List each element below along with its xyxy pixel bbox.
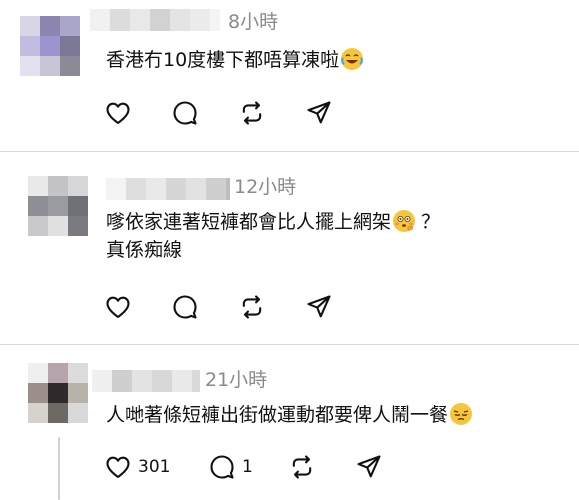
username-blurred[interactable] [106, 178, 230, 200]
reply-count: 1 [242, 457, 253, 477]
like-button[interactable] [104, 98, 171, 128]
username-blurred[interactable] [92, 370, 200, 392]
post-actions [104, 98, 345, 128]
post-text-line2: 真係痴線 [106, 239, 183, 261]
post-actions [104, 292, 345, 322]
share-button[interactable] [355, 452, 395, 482]
repost-arrows-icon [238, 99, 266, 127]
post-timestamp[interactable]: 12小時 [234, 176, 296, 198]
thread-connector-line [58, 437, 60, 500]
flushed-thinking-emoji-icon [393, 210, 416, 232]
post-text: 人哋著條短褲出街做運動都要俾人鬧一餐 [106, 401, 473, 429]
post-timestamp[interactable]: 8小時 [228, 11, 278, 33]
heart-icon [104, 99, 132, 127]
post-2: 12小時 嗲依家連著短褲都會比人擺上網架 ？ 真係痴線 [0, 152, 579, 344]
heart-icon [104, 293, 132, 321]
reply-button[interactable]: 1 [208, 452, 288, 482]
repost-button[interactable] [288, 452, 355, 482]
reply-button[interactable] [171, 98, 238, 128]
post-1: 8小時 香港冇10度樓下都唔算凍啦 [0, 0, 579, 150]
post-text: 嗲依家連著短褲都會比人擺上網架 ？ 真係痴線 [106, 208, 440, 264]
username-blurred[interactable] [90, 9, 220, 31]
post-text-line1-suffix: ？ [421, 211, 441, 233]
send-paper-plane-icon [305, 293, 333, 321]
like-count: 301 [138, 457, 171, 477]
like-button[interactable]: 301 [104, 452, 208, 482]
repost-button[interactable] [238, 98, 305, 128]
avatar[interactable] [20, 16, 80, 76]
like-button[interactable] [104, 292, 171, 322]
repost-arrows-icon [238, 293, 266, 321]
repost-button[interactable] [238, 292, 305, 322]
share-button[interactable] [305, 98, 345, 128]
post-text-content: 人哋著條短褲出街做運動都要俾人鬧一餐 [106, 404, 449, 426]
repost-arrows-icon [288, 453, 316, 481]
speech-bubble-icon [171, 99, 199, 127]
send-paper-plane-icon [355, 453, 383, 481]
heart-icon [104, 453, 132, 481]
reply-button[interactable] [171, 292, 238, 322]
post-text-content: 香港冇10度樓下都唔算凍啦 [106, 49, 340, 71]
speech-bubble-icon [171, 293, 199, 321]
post-timestamp[interactable]: 21小時 [205, 369, 267, 391]
avatar[interactable] [28, 176, 88, 236]
share-button[interactable] [305, 292, 345, 322]
post-3: 21小時 人哋著條短褲出街做運動都要俾人鬧一餐 301 1 [0, 345, 579, 500]
post-text: 香港冇10度樓下都唔算凍啦 [106, 46, 364, 74]
send-paper-plane-icon [305, 99, 333, 127]
post-actions: 301 1 [104, 452, 395, 482]
avatar[interactable] [28, 363, 88, 423]
pensive-face-emoji-icon [450, 403, 473, 425]
speech-bubble-icon [208, 453, 236, 481]
post-text-line1: 嗲依家連著短褲都會比人擺上網架 [106, 211, 392, 233]
laughing-crying-emoji-icon [341, 48, 364, 70]
